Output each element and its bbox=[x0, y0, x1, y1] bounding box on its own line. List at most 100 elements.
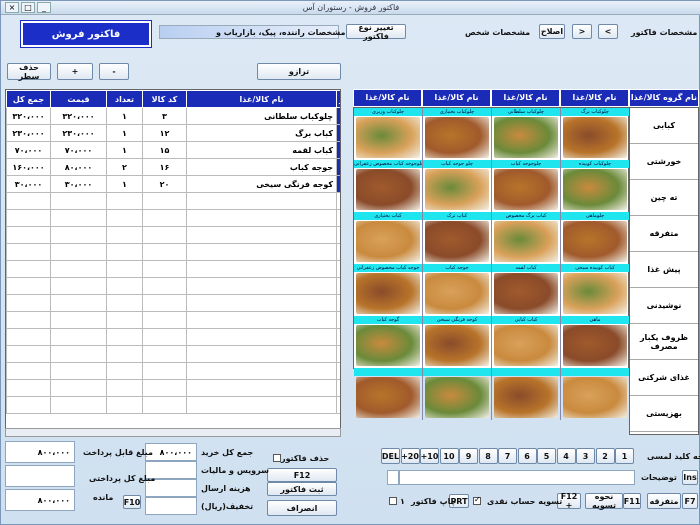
food-item-tile[interactable]: چلوکباب بختیاری bbox=[423, 108, 492, 160]
table-row[interactable] bbox=[6, 311, 340, 329]
cell-total[interactable] bbox=[6, 328, 51, 346]
cell-name[interactable]: جوجه کباب bbox=[186, 158, 337, 176]
cell-total[interactable] bbox=[6, 345, 51, 363]
table-row[interactable] bbox=[6, 328, 340, 346]
invoice-horizontal-scrollbar[interactable] bbox=[5, 428, 341, 437]
table-row[interactable] bbox=[6, 209, 340, 227]
delete-row-button[interactable]: حذف سطر bbox=[7, 63, 51, 81]
cell-total[interactable] bbox=[6, 226, 51, 244]
food-item-tile[interactable]: کباب کبابی bbox=[492, 316, 561, 368]
cell-name[interactable] bbox=[186, 396, 337, 414]
cell-qty[interactable]: ۱ bbox=[106, 175, 143, 193]
food-item-tile[interactable]: کباب بختیاری bbox=[354, 212, 423, 264]
prev-invoice-button[interactable]: > bbox=[572, 24, 592, 39]
cell-index[interactable] bbox=[336, 243, 340, 261]
table-row[interactable]: ۲۳۰،۰۰۰۲۳۰،۰۰۰۱۱۲کباب برگ۲ bbox=[6, 124, 340, 142]
cell-name[interactable] bbox=[186, 226, 337, 244]
keypad-key[interactable]: 9 bbox=[459, 448, 478, 464]
cell-qty[interactable] bbox=[106, 345, 143, 363]
table-row[interactable]: ۳۰،۰۰۰۳۰،۰۰۰۱۲۰کوجه فرنگی سیخی۵ bbox=[6, 175, 340, 193]
cell-code[interactable] bbox=[142, 362, 187, 380]
food-item-tile[interactable]: چلوکباب وزیری bbox=[354, 108, 423, 160]
cell-price[interactable]: ۸۰،۰۰۰ bbox=[50, 158, 107, 176]
keypad-key[interactable]: 3 bbox=[576, 448, 595, 464]
food-item-tile[interactable]: چلوکباب سلطانی bbox=[492, 108, 561, 160]
cell-name[interactable]: کوجه فرنگی سیخی bbox=[186, 175, 337, 193]
cell-name[interactable] bbox=[186, 209, 337, 227]
category-item[interactable]: ته چین bbox=[630, 180, 698, 216]
f11-button[interactable]: F11 bbox=[623, 493, 641, 509]
cell-index[interactable] bbox=[336, 277, 340, 295]
table-row[interactable] bbox=[6, 192, 340, 210]
cell-name[interactable]: چلوکباب سلطانی bbox=[186, 107, 337, 125]
category-item[interactable]: بهزیستی bbox=[630, 396, 698, 432]
edit-button[interactable]: اصلاح bbox=[539, 24, 565, 39]
cell-index[interactable]: ۲ bbox=[336, 124, 340, 142]
discount-field[interactable] bbox=[145, 497, 197, 515]
cell-index[interactable] bbox=[336, 362, 340, 380]
cell-qty[interactable] bbox=[106, 311, 143, 329]
cell-name[interactable] bbox=[186, 379, 337, 397]
cell-name[interactable] bbox=[186, 243, 337, 261]
invoice-spec-label[interactable]: مشخصات فاکتور bbox=[631, 28, 697, 37]
category-item[interactable]: کبابی bbox=[630, 108, 698, 144]
next-invoice-button[interactable]: < bbox=[598, 24, 618, 39]
cell-qty[interactable] bbox=[106, 209, 143, 227]
cell-code[interactable] bbox=[142, 260, 187, 278]
cell-qty[interactable] bbox=[106, 294, 143, 312]
cell-total[interactable] bbox=[6, 294, 51, 312]
cell-price[interactable] bbox=[50, 209, 107, 227]
cell-name[interactable] bbox=[186, 260, 337, 278]
cell-name[interactable] bbox=[186, 345, 337, 363]
cell-index[interactable]: ۵ bbox=[336, 175, 340, 193]
scale-button[interactable]: ترازو bbox=[257, 63, 341, 80]
cell-price[interactable] bbox=[50, 226, 107, 244]
keypad-key[interactable]: DEL bbox=[381, 448, 400, 464]
cell-qty[interactable] bbox=[106, 277, 143, 295]
food-item-tile[interactable] bbox=[561, 368, 630, 420]
cell-code[interactable] bbox=[142, 192, 187, 210]
cell-qty[interactable] bbox=[106, 260, 143, 278]
keypad-key[interactable]: 2 bbox=[595, 448, 615, 464]
food-item-tile[interactable]: چلوماهی bbox=[561, 212, 630, 264]
cell-index[interactable]: ۳ bbox=[336, 141, 340, 159]
cell-qty[interactable]: ۱ bbox=[106, 124, 143, 142]
minus-button[interactable]: - bbox=[99, 63, 129, 80]
table-row[interactable]: ۱۶۰،۰۰۰۸۰،۰۰۰۲۱۶جوجه کباب۴ bbox=[6, 158, 340, 176]
keypad-key[interactable]: 8 bbox=[478, 448, 498, 464]
settle-method-button[interactable]: نحوه تسویه bbox=[585, 492, 623, 510]
cell-index[interactable] bbox=[336, 379, 340, 397]
cell-index[interactable] bbox=[336, 192, 340, 210]
food-item-tile[interactable]: کوجه فرنگی سیخی bbox=[423, 316, 492, 368]
cell-price[interactable] bbox=[50, 362, 107, 380]
food-item-tile[interactable]: چلوکباب کوبیده bbox=[561, 160, 630, 212]
cell-total[interactable] bbox=[6, 311, 51, 329]
keypad-key[interactable]: 4 bbox=[556, 448, 576, 464]
f10-button[interactable]: F10 bbox=[123, 495, 141, 509]
keypad-key[interactable]: 10 bbox=[439, 448, 459, 464]
table-row[interactable] bbox=[6, 243, 340, 261]
table-row[interactable] bbox=[6, 379, 340, 397]
cell-code[interactable] bbox=[142, 226, 187, 244]
cell-price[interactable]: ۲۳۰،۰۰۰ bbox=[50, 124, 107, 142]
cell-total[interactable] bbox=[6, 209, 51, 227]
table-row[interactable] bbox=[6, 345, 340, 363]
misc-button[interactable]: متفرقه bbox=[647, 493, 681, 509]
cell-qty[interactable] bbox=[106, 226, 143, 244]
cell-code[interactable] bbox=[142, 328, 187, 346]
save-invoice-button[interactable]: ثبت فاکتور bbox=[267, 482, 337, 496]
cell-qty[interactable] bbox=[106, 328, 143, 346]
delete-invoice-checkbox[interactable] bbox=[273, 454, 281, 462]
category-item[interactable]: غذای شرکتی bbox=[630, 360, 698, 396]
cell-price[interactable] bbox=[50, 192, 107, 210]
food-item-tile[interactable]: کباب کوبیده سیخی bbox=[561, 264, 630, 316]
food-item-tile[interactable] bbox=[492, 368, 561, 420]
cell-total[interactable] bbox=[6, 260, 51, 278]
cell-qty[interactable] bbox=[106, 379, 143, 397]
cell-name[interactable] bbox=[186, 192, 337, 210]
food-item-tile[interactable]: چلو جوجه کباب bbox=[423, 160, 492, 212]
invoice-items-table[interactable]: جمع کل قیمت تعداد کد کالا نام کالا/غذا ر… bbox=[5, 89, 341, 433]
cell-price[interactable] bbox=[50, 277, 107, 295]
cell-qty[interactable] bbox=[106, 243, 143, 261]
category-item[interactable]: خورشتی bbox=[630, 144, 698, 180]
